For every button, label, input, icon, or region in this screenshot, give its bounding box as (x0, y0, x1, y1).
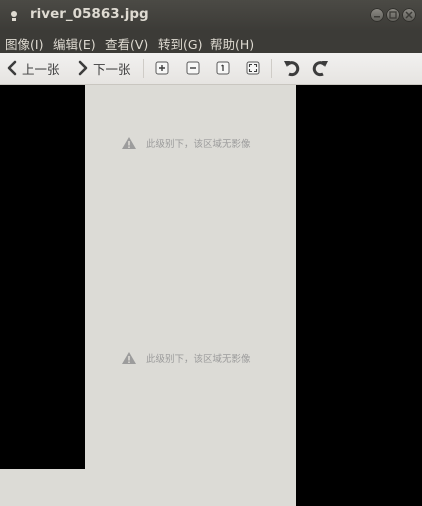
close-icon (405, 11, 413, 19)
menu-edit[interactable]: 编辑(E) (53, 34, 96, 53)
notice-text: 此级别下，该区域无影像 (146, 139, 251, 150)
minimize-button[interactable] (370, 8, 384, 22)
rotate-right-button[interactable] (311, 56, 329, 80)
toolbar: 上一张 下一张 (0, 53, 422, 85)
rotate-right-icon (312, 61, 328, 77)
close-button[interactable] (402, 8, 416, 22)
no-imagery-notice: 此级别下，该区域无影像 (121, 351, 251, 365)
zoom-fit-icon (246, 61, 260, 75)
zoom-fit-button[interactable] (246, 56, 260, 80)
menu-bar: 图像(I) 编辑(E) 查看(V) 转到(G) 帮助(H) (0, 31, 422, 53)
menu-view[interactable]: 查看(V) (105, 34, 148, 53)
window-title: river_05863.jpg (30, 6, 149, 22)
previous-label: 上一张 (22, 61, 60, 77)
image-viewer-icon (11, 11, 17, 21)
chevron-right-icon (78, 60, 88, 76)
zoom-normal-button[interactable] (216, 56, 230, 80)
menu-help[interactable]: 帮助(H) (210, 34, 254, 53)
toolbar-separator (271, 59, 272, 78)
zoom-out-icon (186, 61, 200, 75)
next-button[interactable]: 下一张 (77, 56, 131, 80)
warning-icon (122, 137, 136, 149)
zoom-in-button[interactable] (155, 56, 169, 80)
chevron-left-icon (7, 60, 17, 76)
zoom-normal-icon (216, 61, 230, 75)
notice-text: 此级别下，该区域无影像 (146, 354, 251, 365)
no-imagery-notice: 此级别下，该区域无影像 (121, 136, 251, 150)
toolbar-separator (143, 59, 144, 78)
rotate-left-icon (284, 61, 300, 77)
menu-image[interactable]: 图像(I) (5, 34, 43, 53)
next-label: 下一张 (93, 61, 131, 77)
empty-tile (0, 469, 85, 506)
previous-button[interactable]: 上一张 (6, 56, 60, 80)
title-bar: river_05863.jpg (0, 0, 422, 31)
minimize-icon (374, 16, 380, 18)
maximize-icon (389, 11, 397, 19)
zoom-in-icon (155, 61, 169, 75)
warning-icon (122, 352, 136, 364)
menu-go[interactable]: 转到(G) (158, 34, 202, 53)
image-canvas[interactable]: 此级别下，该区域无影像 此级别下，该区域无影像 (0, 85, 422, 506)
rotate-left-button[interactable] (283, 56, 301, 80)
maximize-button[interactable] (386, 8, 400, 22)
zoom-out-button[interactable] (186, 56, 200, 80)
